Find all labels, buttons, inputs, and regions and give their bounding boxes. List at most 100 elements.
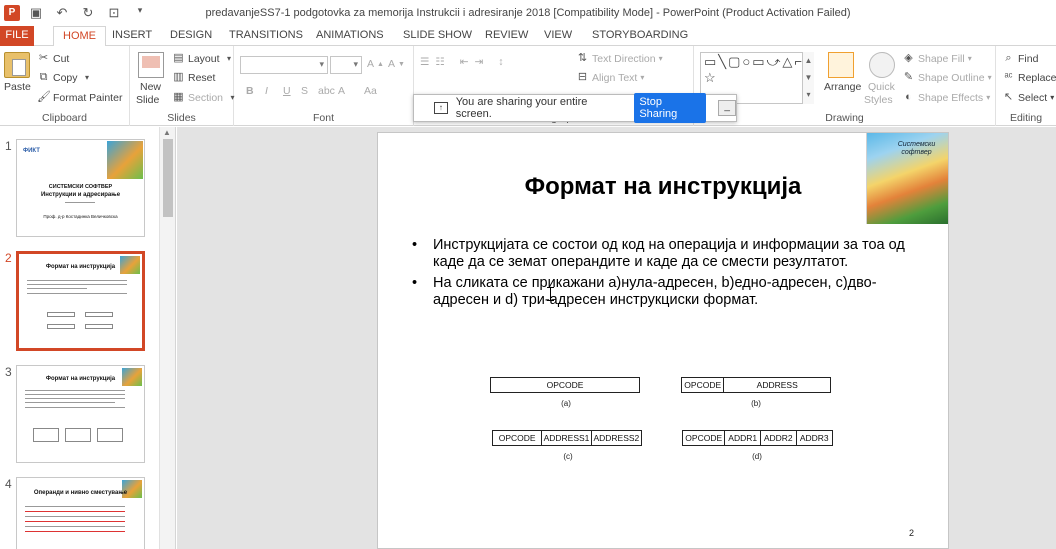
shrink-font-button[interactable]: A ▼: [388, 58, 405, 70]
format-a-caption: (a): [561, 399, 571, 408]
change-case-button[interactable]: Aa: [364, 85, 377, 97]
strikethrough-button[interactable]: S: [301, 85, 308, 97]
underline-button[interactable]: U: [283, 85, 291, 97]
thumbnail-logo: ФИКТ: [23, 148, 40, 154]
tab-home[interactable]: HOME: [53, 26, 106, 47]
format-c-caption: (c): [563, 452, 573, 461]
window-title: predavanjeSS7-1 podgotovka za memorija I…: [205, 7, 851, 19]
bullet-item: На сликата се прикажани а)нула-адресен, …: [408, 275, 908, 309]
format-cell: OPCODE: [683, 431, 726, 445]
quick-styles-label-2[interactable]: Styles: [864, 94, 893, 106]
thumbnail-number: 4: [5, 477, 12, 491]
slide-page-number: 2: [908, 528, 914, 538]
editing-group: ⌕ Find ᵃᶜ Replace ↖ Select ▾ Editing: [996, 46, 1056, 126]
thumbnail-image: [107, 141, 143, 179]
replace-button[interactable]: ᵃᶜ Replace: [1002, 71, 1056, 84]
stop-sharing-button[interactable]: Stop Sharing: [634, 93, 707, 123]
thumbnail-line: [27, 293, 127, 294]
thumbnails-scrollbar[interactable]: ▲: [159, 127, 175, 549]
tab-insert[interactable]: INSERT: [103, 26, 161, 46]
arrange-icon[interactable]: [828, 52, 854, 78]
format-cell: ADDR3: [799, 433, 829, 443]
slide-thumbnail-3[interactable]: Формат на инструкција: [16, 365, 145, 463]
tab-animations[interactable]: ANIMATIONS: [307, 26, 393, 46]
thumbnail-line: [25, 526, 125, 527]
slide-thumbnail-1[interactable]: ФИКТ СИСТЕМСКИ СОФТВЕР Инструкции и адре…: [16, 139, 145, 237]
tab-storyboarding[interactable]: STORYBOARDING: [583, 26, 697, 46]
layout-button[interactable]: ▤ Layout ▾: [172, 52, 236, 65]
shape-effects-button[interactable]: ◐ Shape Effects ▾: [902, 91, 990, 104]
italic-button[interactable]: I: [265, 85, 268, 97]
thumbnail-box: [85, 312, 113, 317]
slides-label: Slides: [167, 112, 196, 124]
find-button[interactable]: ⌕ Find: [1002, 52, 1038, 65]
thumbnail-line: [27, 280, 127, 281]
shape-outline-button[interactable]: ✎ Shape Outline ▾: [902, 71, 992, 84]
grow-font-button[interactable]: A ▲: [367, 58, 384, 70]
scrollbar-thumb[interactable]: [163, 139, 173, 217]
select-button[interactable]: ↖ Select ▾: [1002, 91, 1054, 104]
copy-button[interactable]: ⧉ Copy ▾: [37, 71, 94, 84]
slide-editing-area: Системски софтвер Формат на инструкција …: [177, 127, 1056, 549]
tab-file[interactable]: FILE: [0, 26, 34, 46]
copy-icon: ⧉: [39, 71, 48, 83]
format-painter-button[interactable]: 🖌 Format Painter: [37, 91, 122, 104]
shape-fill-button[interactable]: ◈ Shape Fill ▾: [902, 52, 971, 65]
share-screen-icon: ↑: [434, 102, 448, 114]
arrange-button[interactable]: Arrange: [824, 81, 861, 93]
slide-thumbnail-2[interactable]: Формат на инструкција: [16, 251, 145, 351]
thumbnail-line: [25, 407, 125, 408]
format-cell: ADDRESS: [756, 380, 798, 390]
thumbnail-title: Операнди и нивно сместување: [33, 490, 128, 496]
quick-styles-icon[interactable]: [869, 52, 895, 78]
minimize-banner-button[interactable]: _: [718, 100, 736, 116]
format-b-diagram: OPCODE ADDRESS: [681, 377, 831, 393]
shapes-gallery-scroll[interactable]: ▲ ▼ ▾: [802, 52, 814, 104]
clipboard-label: Clipboard: [42, 112, 87, 124]
align-text-button[interactable]: ⊟ Align Text ▾: [576, 71, 644, 84]
thumbnail-line: [27, 284, 127, 285]
paste-button[interactable]: Paste: [4, 81, 31, 93]
slide-body[interactable]: Инструкцијата се состои од код на операц…: [408, 237, 908, 313]
cut-button[interactable]: ✂ Cut: [37, 52, 69, 65]
format-cell: OPCODE: [682, 378, 725, 392]
thumbnail-line: [25, 531, 125, 532]
thumbnail-line: [25, 394, 125, 395]
slide-thumbnail-4[interactable]: Операнди и нивно сместување: [16, 477, 145, 549]
format-d-diagram: OPCODE ADDR1 ADDR2 ADDR3: [682, 430, 833, 446]
thumbnail-line: [25, 398, 125, 399]
quick-styles-label-1[interactable]: Quick: [868, 81, 895, 93]
bullet-item: Инструкцијата се состои од код на операц…: [408, 237, 908, 271]
thumbnail-title: Формат на инструкција: [45, 376, 116, 382]
title-bar: P ▣ ↶ ↻ ⊡ ▾ predavanjeSS7-1 podgotovka z…: [0, 0, 1056, 26]
paint-bucket-icon: ◈: [904, 52, 913, 64]
replace-icon: ᵃᶜ: [1004, 71, 1013, 83]
font-size-dropdown[interactable]: [330, 56, 362, 74]
bold-button[interactable]: B: [246, 85, 254, 97]
chevron-down-icon: ▾: [85, 73, 90, 82]
new-slide-label-2[interactable]: Slide: [136, 94, 159, 106]
text-direction-button[interactable]: ⇅ Text Direction ▾: [576, 52, 663, 65]
format-b-caption: (b): [751, 399, 761, 408]
font-color-button[interactable]: A: [338, 85, 345, 97]
tab-design[interactable]: DESIGN: [161, 26, 221, 46]
binoculars-icon: ⌕: [1005, 52, 1012, 64]
tab-review[interactable]: REVIEW: [476, 26, 537, 46]
reset-button[interactable]: ▥ Reset: [172, 71, 215, 84]
char-spacing-button[interactable]: abc: [318, 85, 335, 97]
new-slide-icon[interactable]: [138, 52, 164, 78]
section-button[interactable]: ▦ Section ▾: [172, 91, 239, 104]
tab-transitions[interactable]: TRANSITIONS: [220, 26, 312, 46]
tab-slide-show[interactable]: SLIDE SHOW: [394, 26, 481, 46]
slide-title[interactable]: Формат на инструкција: [438, 173, 888, 201]
new-slide-label-1[interactable]: New: [140, 81, 161, 93]
font-family-dropdown[interactable]: [240, 56, 328, 74]
tab-view[interactable]: VIEW: [535, 26, 581, 46]
scroll-up-arrow[interactable]: ▲: [163, 128, 171, 137]
list-buttons[interactable]: ☰☷ ⇤⇥ ↕: [420, 56, 510, 68]
paste-icon[interactable]: [4, 52, 30, 78]
format-cell: ADDR1: [725, 431, 761, 445]
current-slide[interactable]: Системски софтвер Формат на инструкција …: [377, 132, 949, 549]
pen-icon: ✎: [903, 71, 914, 83]
share-message: You are sharing your entire screen.: [455, 96, 588, 120]
